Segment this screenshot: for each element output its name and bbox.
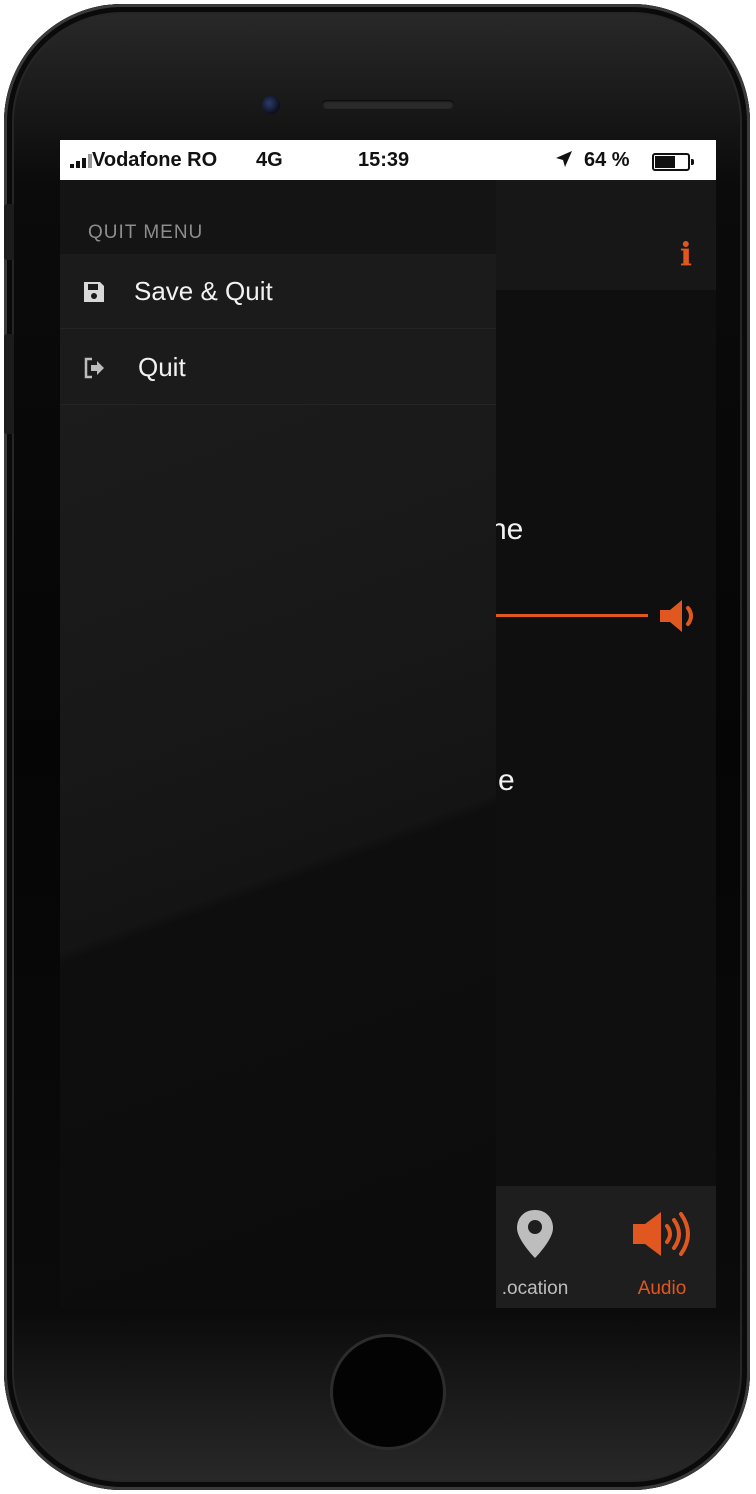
signal-strength-icon — [70, 154, 92, 168]
volume-slider[interactable] — [490, 614, 648, 617]
quit-menu-title: QUIT MENU — [60, 180, 496, 254]
save-and-quit-button[interactable]: Save & Quit — [60, 254, 496, 329]
tab-audio-label: Audio — [637, 1278, 687, 1299]
battery-percent: 64 % — [584, 149, 630, 171]
quit-menu-title-text: QUIT MENU — [88, 222, 204, 243]
speaker-volume-icon — [633, 1212, 690, 1256]
front-camera — [262, 96, 280, 114]
home-button[interactable] — [330, 1334, 446, 1450]
floppy-disk-icon — [84, 282, 104, 302]
battery-icon — [652, 153, 694, 171]
quit-menu-drawer: QUIT MENU Save & Quit Quit — [60, 180, 496, 1308]
quit-label: Quit — [138, 352, 186, 382]
sign-out-icon — [84, 357, 104, 379]
save-and-quit-label: Save & Quit — [134, 276, 273, 306]
tab-audio[interactable]: Audio — [608, 1186, 716, 1308]
battery-fill — [655, 156, 676, 168]
status-time: 15:39 — [358, 149, 410, 171]
setting-label: e — [498, 764, 515, 797]
quit-button[interactable]: Quit — [60, 330, 496, 405]
status-bar: Vodafone RO 4G 15:39 64 % — [60, 140, 716, 180]
map-marker-icon — [517, 1210, 553, 1258]
location-arrow-icon — [556, 151, 572, 167]
network-type: 4G — [256, 149, 283, 171]
mute-switch — [4, 204, 14, 260]
volume-buttons — [4, 334, 14, 434]
speaker-volume-icon — [660, 600, 693, 632]
earpiece-speaker — [322, 100, 454, 109]
app-screen: i ne e .ocation Audio QUIT MENU Save & Q… — [60, 140, 716, 1308]
info-button[interactable]: i — [680, 234, 692, 274]
carrier-name: Vodafone RO — [92, 149, 218, 171]
